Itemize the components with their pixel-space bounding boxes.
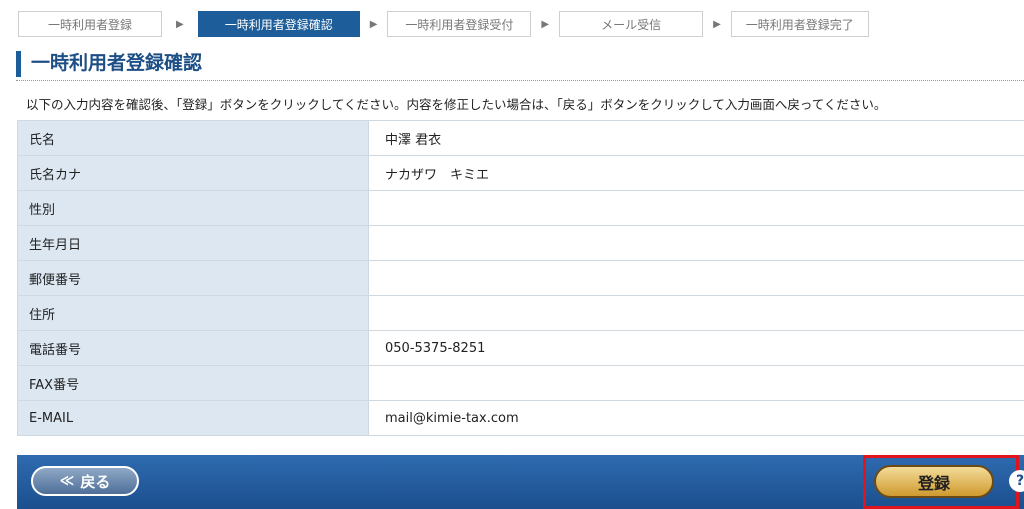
title-divider xyxy=(16,80,1024,81)
help-icon[interactable]: ? xyxy=(1009,470,1024,492)
field-label: 電話番号 xyxy=(17,330,369,366)
step-mail-receipt: メール受信 xyxy=(559,11,704,37)
instruction-text: 以下の入力内容を確認後、「登録」ボタンをクリックしてください。内容を修正したい場… xyxy=(26,97,887,112)
step-confirmation: 一時利用者登録確認 xyxy=(197,11,360,37)
page-title: 一時利用者登録確認 xyxy=(16,51,1024,77)
confirmation-table: 氏名 中澤 君衣 氏名カナ ナカザワ キミエ 性別 生年月日 郵便番号 住所 電… xyxy=(17,120,1024,436)
field-value xyxy=(368,190,1024,226)
field-value xyxy=(368,365,1024,401)
field-value xyxy=(368,295,1024,331)
field-value: 050-5375-8251 xyxy=(368,330,1024,366)
field-label: E-MAIL xyxy=(17,400,369,436)
table-row: 郵便番号 xyxy=(17,260,1024,296)
field-value: 中澤 君衣 xyxy=(368,120,1024,156)
field-label: FAX番号 xyxy=(17,365,369,401)
table-row: 電話番号 050-5375-8251 xyxy=(17,330,1024,366)
table-row: 氏名カナ ナカザワ キミエ xyxy=(17,155,1024,191)
back-button-label: 戻る xyxy=(80,472,111,491)
table-row: 氏名 中澤 君衣 xyxy=(17,120,1024,156)
back-button[interactable]: ≪ 戻る xyxy=(31,466,139,496)
table-row: 性別 xyxy=(17,190,1024,226)
step-completion: 一時利用者登録完了 xyxy=(730,11,869,37)
table-row: E-MAIL mail@kimie-tax.com xyxy=(17,400,1024,436)
step-acceptance: 一時利用者登録受付 xyxy=(387,11,532,37)
step-registration: 一時利用者登録 xyxy=(18,11,162,37)
field-value: ナカザワ キミエ xyxy=(368,155,1024,191)
double-chevron-left-icon: ≪ xyxy=(59,473,75,489)
field-label: 氏名 xyxy=(17,120,369,156)
step-progress: 一時利用者登録 ▶ 一時利用者登録確認 ▶ 一時利用者登録受付 ▶ メール受信 … xyxy=(18,11,869,37)
register-button-label: 登録 xyxy=(917,473,950,493)
table-row: FAX番号 xyxy=(17,365,1024,401)
register-button[interactable]: 登録 xyxy=(874,465,994,498)
table-row: 住所 xyxy=(17,295,1024,331)
table-row: 生年月日 xyxy=(17,225,1024,261)
field-label: 郵便番号 xyxy=(17,260,369,296)
field-label: 氏名カナ xyxy=(17,155,369,191)
field-label: 住所 xyxy=(17,295,369,331)
field-label: 性別 xyxy=(17,190,369,226)
field-value: mail@kimie-tax.com xyxy=(368,400,1024,436)
step-arrow-icon: ▶ xyxy=(713,18,721,30)
step-arrow-icon: ▶ xyxy=(369,18,378,30)
field-value xyxy=(368,225,1024,261)
field-value xyxy=(368,260,1024,296)
field-label: 生年月日 xyxy=(17,225,369,261)
step-arrow-icon: ▶ xyxy=(176,18,184,30)
action-bar: ≪ 戻る 登録 ? xyxy=(17,455,1024,509)
step-arrow-icon: ▶ xyxy=(541,18,550,30)
